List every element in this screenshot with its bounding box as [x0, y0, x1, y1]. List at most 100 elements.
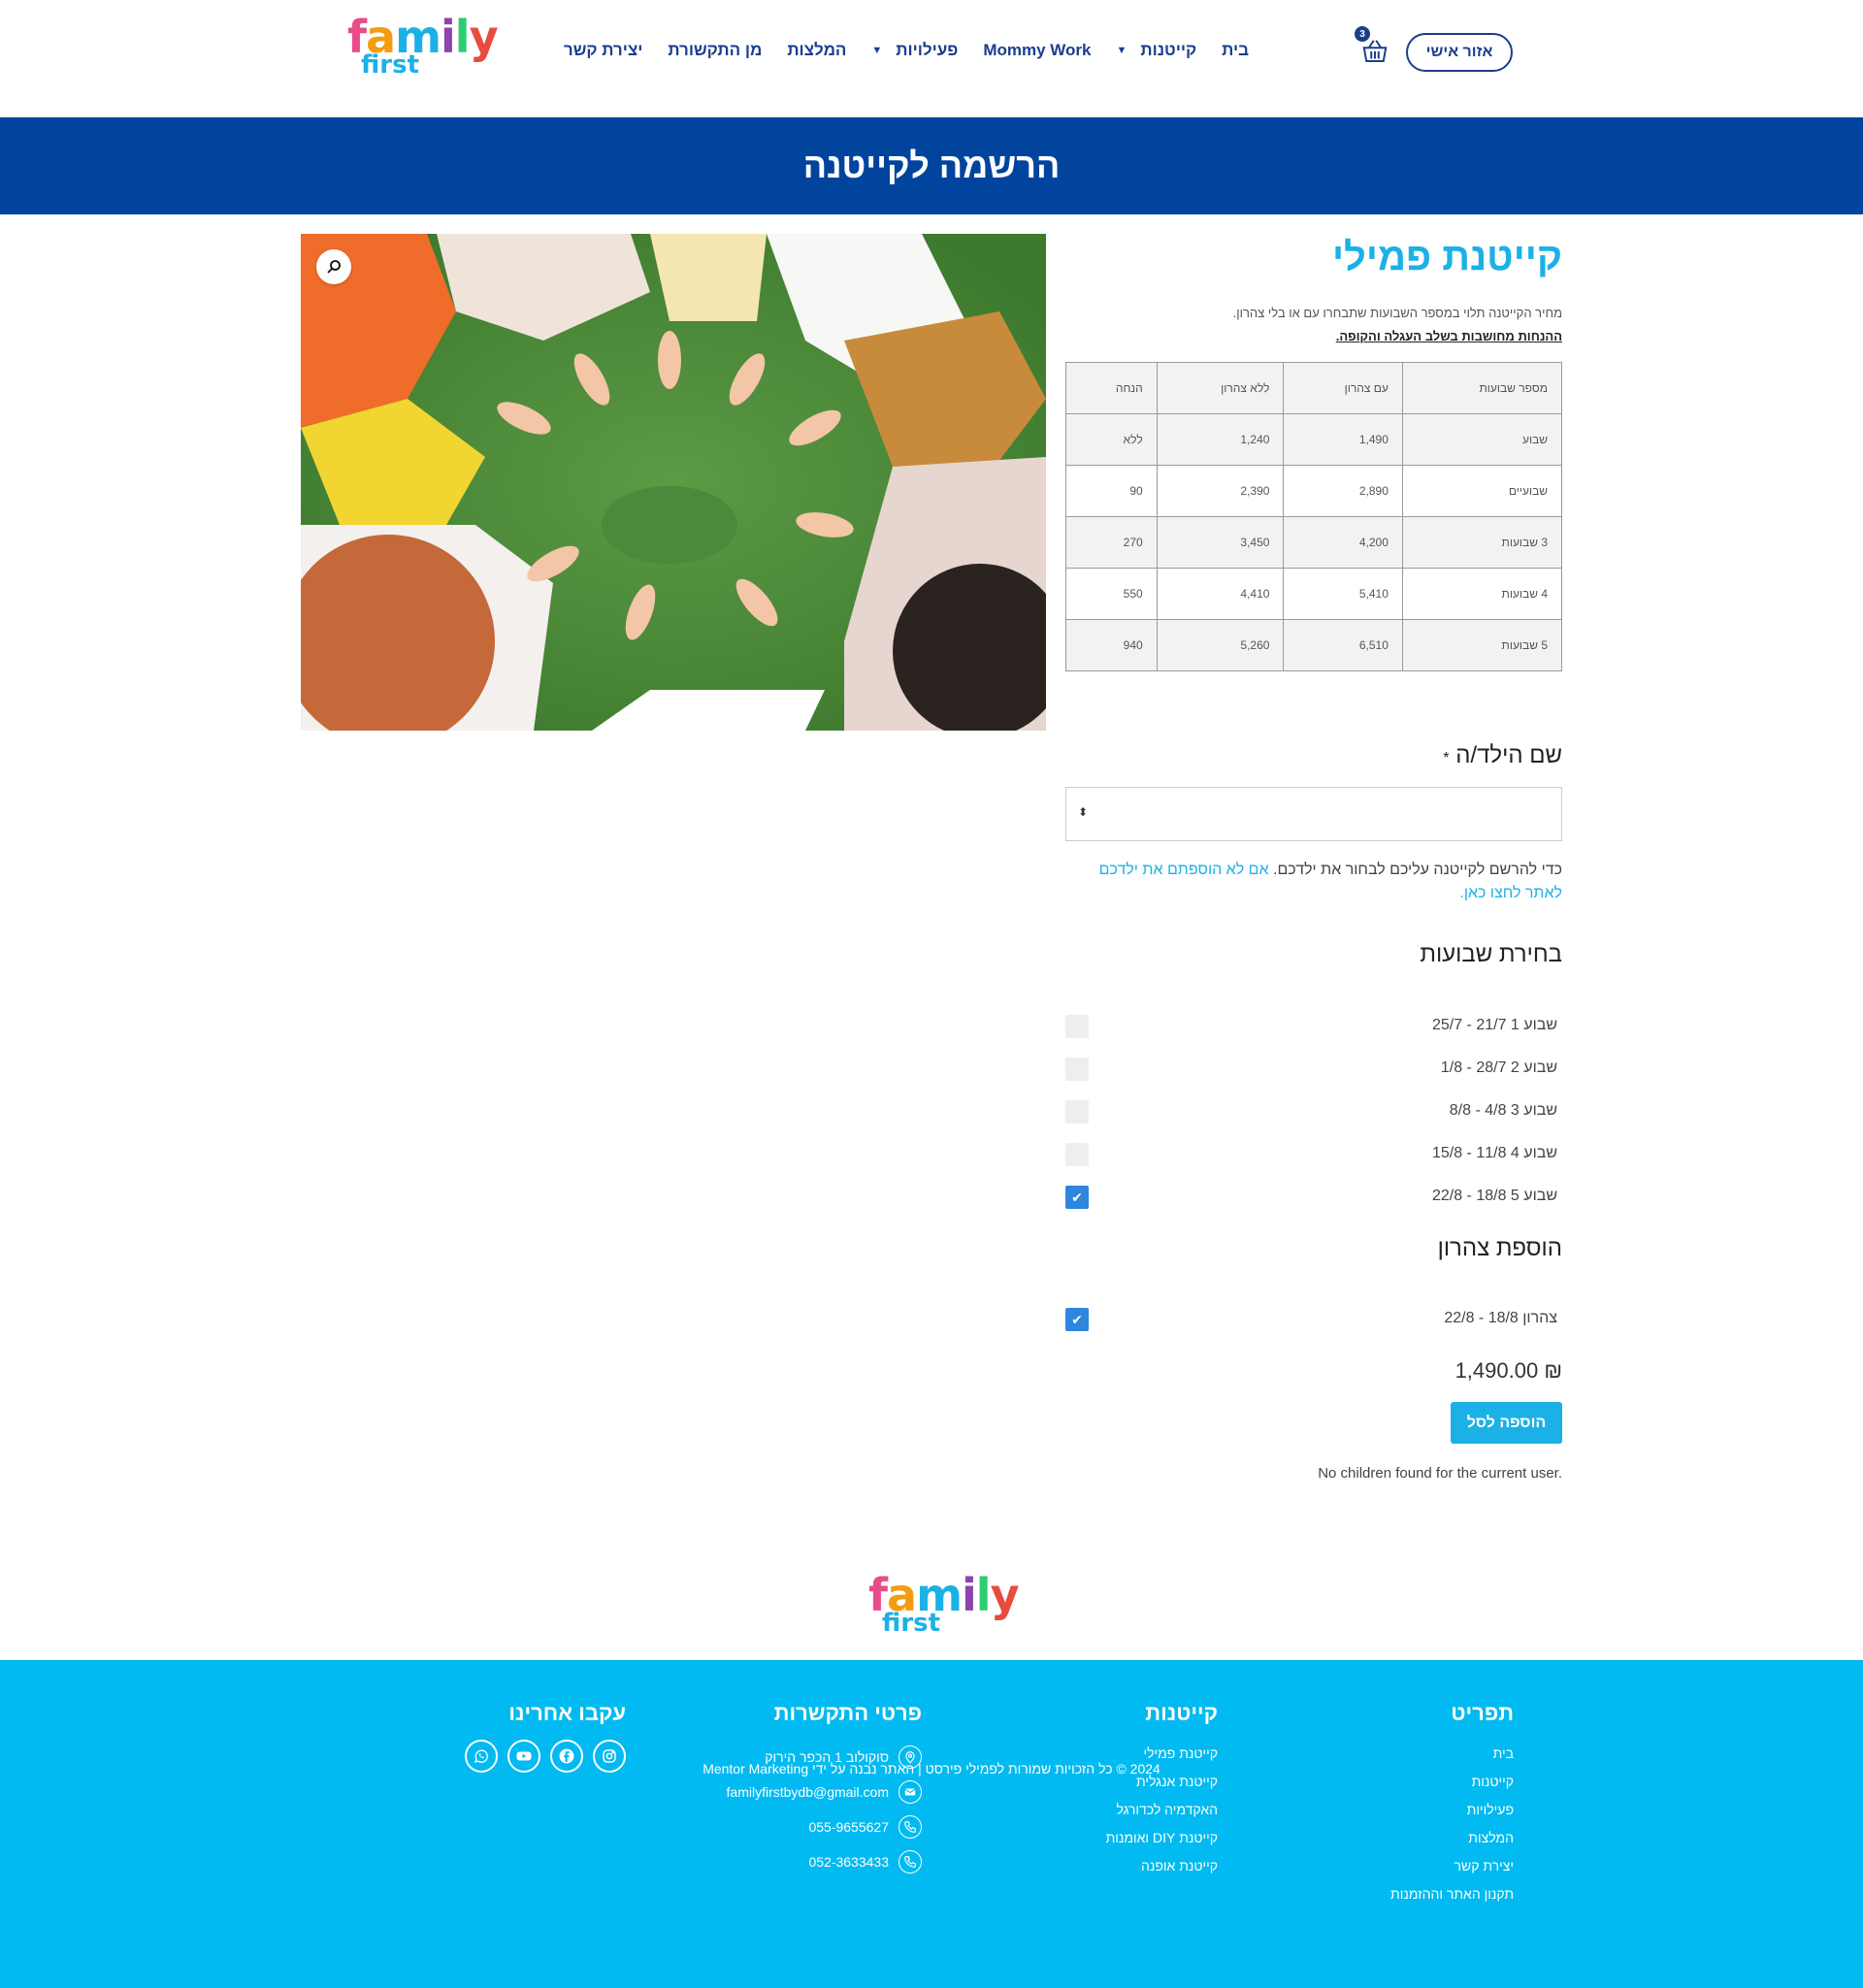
footer-contact: פרטי התקשרות סוקולוב 1 הכפר הירוק familyf… — [727, 1701, 922, 1879]
table-cell: 5,410 — [1283, 568, 1403, 620]
nav-item-label: פעילויות — [896, 41, 959, 59]
footer-camps-link[interactable]: קייטנת אופנה — [1106, 1852, 1218, 1880]
footer-menu-link[interactable]: יצירת קשר — [1390, 1852, 1514, 1880]
nav-item-label: יצירת קשר — [563, 41, 643, 59]
week-checkbox[interactable]: ✔ — [1065, 1186, 1089, 1209]
nav-item-2[interactable]: Mommy Work — [970, 41, 1103, 60]
table-cell: 1,490 — [1283, 413, 1403, 466]
table-cell: שבועיים — [1401, 465, 1563, 517]
site-logo[interactable]: family first — [347, 14, 499, 81]
nav-item-0[interactable]: בית — [1209, 41, 1261, 60]
select-arrows-icon: ⬍ — [1078, 805, 1089, 819]
contact-item[interactable]: 055-9655627 — [727, 1809, 922, 1844]
week-option-3: שבוע 3 4/8 - 8/8 — [1065, 1098, 1562, 1125]
add-to-cart-button[interactable]: הוספה לסל — [1451, 1402, 1562, 1444]
week-checkbox[interactable] — [1065, 1015, 1089, 1038]
phone-icon — [899, 1815, 922, 1839]
footer-camps-link[interactable]: האקדמיה לכדורגל — [1106, 1796, 1218, 1824]
description-discount-note: ההנחות מחושבות בשלב העגלה והקופה. — [1065, 325, 1562, 348]
afternoon-option-label: צהרון 18/8 - 22/8 — [1444, 1310, 1557, 1326]
nav-item-5[interactable]: מן התקשורת — [655, 41, 774, 60]
week-option-2: שבוע 2 28/7 - 1/8 — [1065, 1056, 1562, 1083]
table-row: 5 שבועות 6,510 5,260 940 — [1065, 619, 1563, 671]
required-mark: * — [1443, 750, 1450, 766]
week-option-label: שבוע 2 28/7 - 1/8 — [1440, 1059, 1557, 1076]
cart-icon[interactable] — [1360, 37, 1389, 66]
footer-camps: קייטנות קייטנת פמילי קייטנת אנגלית האקדמיה… — [1106, 1701, 1218, 1880]
nav-item-4[interactable]: המלצות — [774, 41, 859, 60]
footer-menu-title: תפריט — [1451, 1701, 1514, 1725]
footer-camps-link[interactable]: קייטנת DIY ואומנות — [1106, 1824, 1218, 1852]
week-checkbox[interactable] — [1065, 1100, 1089, 1124]
table-cell: 5 שבועות — [1401, 619, 1563, 671]
email-icon — [899, 1780, 922, 1804]
table-header: הנחה — [1065, 362, 1158, 414]
table-cell: 2,890 — [1283, 465, 1403, 517]
table-cell: 4 שבועות — [1401, 568, 1563, 620]
site-footer: תפריט בית קייטנות פעילויות המלצות יצירת קשר ת… — [0, 1660, 1863, 1988]
table-header: מספר שבועות — [1401, 362, 1563, 414]
week-option-label: שבוע 5 18/8 - 22/8 — [1431, 1188, 1557, 1204]
table-cell: 940 — [1065, 619, 1158, 671]
table-cell: 3,450 — [1156, 516, 1285, 569]
table-cell: 2,390 — [1156, 465, 1285, 517]
account-button[interactable]: אזור אישי — [1406, 33, 1513, 72]
description-line: מחיר הקייטנה תלוי במספר השבועות שתבחרו ע… — [1232, 306, 1562, 320]
logo-word-first: first — [882, 1609, 940, 1638]
table-header: ללא צהרון — [1156, 362, 1285, 414]
footer-menu-link[interactable]: פעילויות — [1390, 1796, 1514, 1824]
table-row: שבועיים 2,890 2,390 90 — [1065, 465, 1563, 517]
table-cell: שבוע — [1401, 413, 1563, 466]
site-header: family first בית קייטנות ▼ Mommy Work פעילוי… — [0, 0, 1863, 117]
child-field-label: שם הילד/ה * — [1437, 742, 1562, 769]
footer-camps-title: קייטנות — [1145, 1701, 1218, 1725]
table-cell: 4,410 — [1156, 568, 1285, 620]
table-row: שבוע 1,490 1,240 ללא — [1065, 413, 1563, 466]
contact-text: 055-9655627 — [808, 1819, 889, 1835]
footer-contact-title: פרטי התקשרות — [773, 1701, 922, 1725]
afternoon-option-1: צהרון 18/8 - 22/8 ✔ — [1065, 1306, 1562, 1333]
table-cell: 4,200 — [1283, 516, 1403, 569]
week-checkbox[interactable] — [1065, 1058, 1089, 1081]
child-select[interactable]: ⬍ — [1065, 787, 1562, 841]
nav-item-label: מן התקשורת — [668, 41, 763, 59]
footer-menu-link[interactable]: המלצות — [1390, 1824, 1514, 1852]
afternoon-checkbox[interactable]: ✔ — [1065, 1308, 1089, 1331]
afternoon-title: הוספת צהרון — [1437, 1235, 1562, 1261]
product-image[interactable] — [301, 234, 1046, 731]
magnifier-icon[interactable] — [316, 249, 351, 284]
week-option-label: שבוע 4 11/8 - 15/8 — [1431, 1145, 1557, 1161]
discount-note: ההנחות מחושבות בשלב העגלה והקופה. — [1335, 329, 1562, 343]
table-row: 4 שבועות 5,410 4,410 550 — [1065, 568, 1563, 620]
phone-icon — [899, 1850, 922, 1874]
child-field-label-text: שם הילד/ה — [1455, 742, 1562, 768]
nav-item-6[interactable]: יצירת קשר — [551, 41, 655, 60]
nav-item-label: Mommy Work — [983, 41, 1092, 59]
table-cell: 270 — [1065, 516, 1158, 569]
table-cell: ללא — [1065, 413, 1158, 466]
week-option-label: שבוע 3 4/8 - 8/8 — [1449, 1102, 1557, 1119]
footer-social-title: עקבו אחרינו — [508, 1701, 626, 1725]
table-cell: 550 — [1065, 568, 1158, 620]
week-checkbox[interactable] — [1065, 1143, 1089, 1166]
logo-word-first: first — [361, 50, 419, 80]
footer-menu-link[interactable]: תקנון האתר וההזמנות — [1390, 1880, 1514, 1908]
product-description: מחיר הקייטנה תלוי במספר השבועות שתבחרו ע… — [1065, 302, 1562, 348]
contact-item[interactable]: familyfirstbydb@gmail.com — [727, 1775, 922, 1809]
footer-logo[interactable]: family first — [868, 1572, 1020, 1640]
contact-text: familyfirstbydb@gmail.com — [726, 1784, 889, 1800]
nav-item-1[interactable]: קייטנות ▼ — [1104, 41, 1210, 60]
footer-logo-mark: family first — [868, 1572, 1020, 1640]
week-option-label: שבוע 1 21/7 - 25/7 — [1431, 1017, 1557, 1033]
page-title: הרשמה לקייטנה — [802, 146, 1061, 185]
nav-item-label: המלצות — [787, 41, 847, 59]
nav-item-3[interactable]: פעילויות ▼ — [859, 41, 970, 60]
table-cell: 3 שבועות — [1401, 516, 1563, 569]
nav-item-label: בית — [1222, 41, 1249, 59]
table-header: עם צהרון — [1283, 362, 1403, 414]
main-nav: בית קייטנות ▼ Mommy Work פעילויות ▼ המלצות מן ה… — [551, 41, 1261, 60]
contact-item[interactable]: 052-3633433 — [727, 1844, 922, 1879]
product-title: קייטנת פמילי — [1331, 236, 1562, 278]
child-note-text: כדי להרשם לקייטנה עליכם לבחור את ילדכם. — [1268, 862, 1562, 878]
week-option-5: שבוע 5 18/8 - 22/8 ✔ — [1065, 1184, 1562, 1211]
